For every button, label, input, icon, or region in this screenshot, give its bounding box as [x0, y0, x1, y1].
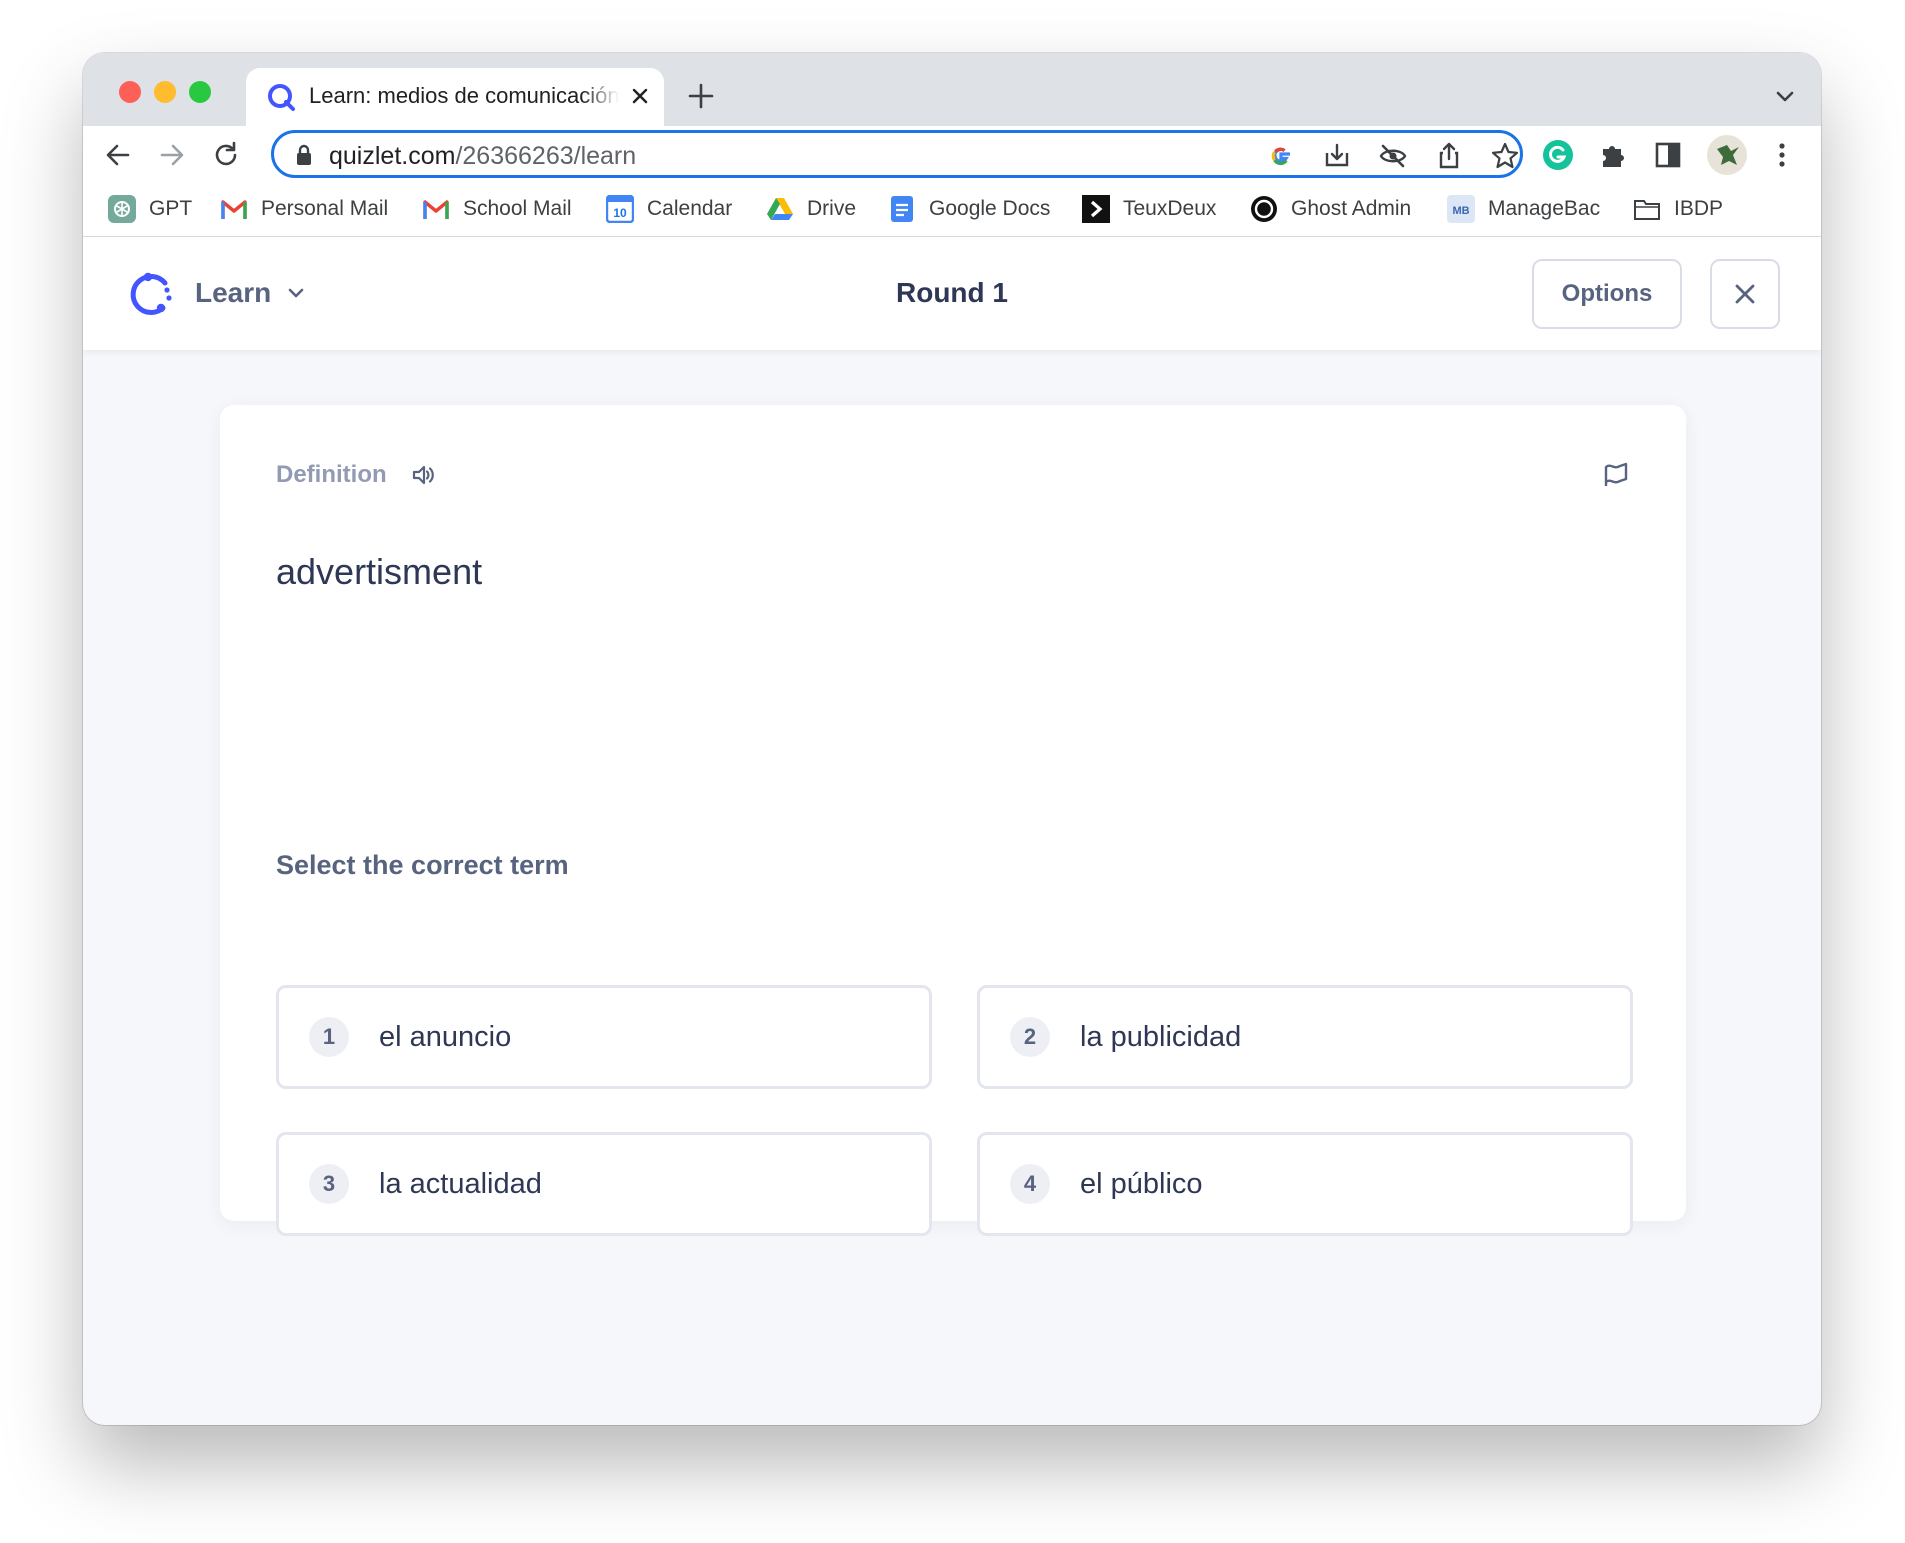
bookmark-managebac[interactable]: MB ManageBac [1447, 194, 1600, 224]
option-text: el anuncio [379, 1020, 512, 1053]
profile-avatar[interactable] [1707, 135, 1747, 175]
managebac-icon-text: MB [1452, 205, 1469, 217]
url-path: /26366263/learn [455, 142, 637, 170]
close-window-button[interactable] [119, 81, 141, 103]
question-card: Definition advertisment Select the corre… [220, 405, 1686, 1236]
option-text: la actualidad [379, 1167, 542, 1200]
bookmark-label: IBDP [1674, 197, 1724, 220]
bookmark-label: Calendar [647, 197, 733, 220]
browser-toolbar: quizlet.com/26366263/learn [83, 126, 1821, 184]
option-number-badge: 2 [1010, 1017, 1050, 1057]
side-panel-icon[interactable] [1652, 139, 1684, 171]
browser-tab[interactable]: Learn: medios de comunicación [246, 68, 664, 126]
bookmark-google-docs[interactable]: Google Docs [888, 194, 1050, 224]
eye-off-icon[interactable] [1378, 141, 1408, 171]
chevron-down-icon[interactable] [1773, 85, 1797, 109]
address-bar[interactable]: quizlet.com/26366263/learn [271, 130, 1523, 178]
bookmark-label: Personal Mail [261, 197, 389, 220]
tab-strip: Learn: medios de comunicación [83, 53, 1821, 126]
close-icon [1735, 284, 1755, 304]
option-number-badge: 3 [309, 1164, 349, 1204]
bookmark-label: Ghost Admin [1291, 197, 1412, 220]
bookmark-label: School Mail [463, 197, 572, 220]
grammarly-icon[interactable] [1542, 139, 1574, 171]
maximize-window-button[interactable] [189, 81, 211, 103]
bookmark-ibdp-folder[interactable]: IBDP [1633, 194, 1723, 224]
lock-icon [297, 144, 311, 165]
back-arrow-icon[interactable] [102, 139, 134, 171]
option-number-badge: 1 [309, 1017, 349, 1057]
bookmark-label: TeuxDeux [1123, 197, 1217, 220]
bookmark-school-mail[interactable]: School Mail [422, 194, 572, 224]
bookmark-gpt[interactable]: GPT [108, 194, 192, 224]
reload-icon[interactable] [210, 139, 242, 171]
option-number-badge: 4 [1010, 1164, 1050, 1204]
bookmark-star-icon[interactable] [1490, 141, 1520, 171]
install-app-icon[interactable] [1322, 141, 1352, 171]
app-header: Learn Round 1 Options [83, 237, 1821, 350]
new-tab-icon[interactable] [686, 81, 716, 111]
docs-icon [891, 196, 913, 222]
calendar-icon-date: 10 [613, 206, 627, 220]
gmail-icon [221, 200, 247, 219]
tab-title: Learn: medios de comunicación [309, 83, 619, 108]
answer-option-1[interactable]: 1 el anuncio [276, 985, 932, 1089]
avatar-image-icon [1717, 145, 1739, 165]
flag-icon[interactable] [1601, 459, 1631, 489]
ghost-icon [1251, 196, 1277, 222]
speaker-icon[interactable] [410, 462, 436, 488]
drive-icon [767, 198, 793, 220]
answer-option-3[interactable]: 3 la actualidad [276, 1132, 932, 1236]
instruction-text: Select the correct term [276, 850, 569, 880]
bookmark-label: Drive [807, 197, 857, 220]
google-icon[interactable] [1266, 141, 1296, 171]
url-domain: quizlet.com [329, 142, 456, 170]
bookmarks-bar: GPT Personal Mail School Mail 10 Calenda… [83, 184, 1821, 237]
menu-kebab-icon[interactable] [1766, 139, 1798, 171]
share-icon[interactable] [1434, 141, 1464, 171]
browser-window: Learn: medios de comunicación quizlet.co… [83, 53, 1821, 1425]
url-text: quizlet.com/26366263/learn [329, 142, 636, 171]
side-label: Definition [276, 461, 387, 488]
bookmark-drive[interactable]: Drive [766, 194, 856, 224]
gmail-icon [423, 200, 449, 219]
definition-text: advertisment [276, 551, 483, 592]
bookmark-label: GPT [149, 197, 193, 220]
option-text: la publicidad [1080, 1020, 1242, 1053]
bookmark-ghost-admin[interactable]: Ghost Admin [1250, 194, 1411, 224]
bookmark-label: ManageBac [1488, 197, 1601, 220]
minimize-window-button[interactable] [154, 81, 176, 103]
option-text: el público [1080, 1167, 1203, 1200]
forward-arrow-icon[interactable] [156, 139, 188, 171]
answer-option-2[interactable]: 2 la publicidad [977, 985, 1633, 1089]
teuxdeux-icon [1082, 195, 1110, 223]
bookmark-personal-mail[interactable]: Personal Mail [220, 194, 388, 224]
tab-close-icon[interactable] [626, 82, 654, 110]
bookmark-label: Google Docs [929, 197, 1051, 220]
extensions-puzzle-icon[interactable] [1597, 139, 1629, 171]
folder-icon [1634, 200, 1660, 220]
managebac-icon: MB [1447, 195, 1475, 223]
options-button[interactable]: Options [1532, 259, 1682, 329]
bookmark-teuxdeux[interactable]: TeuxDeux [1082, 194, 1216, 224]
quizlet-favicon-icon [268, 84, 295, 111]
bookmark-calendar[interactable]: 10 Calendar [606, 194, 732, 224]
calendar-icon: 10 [606, 195, 634, 223]
openai-icon [108, 195, 136, 223]
answer-option-4[interactable]: 4 el público [977, 1132, 1633, 1236]
close-button[interactable] [1710, 259, 1780, 329]
